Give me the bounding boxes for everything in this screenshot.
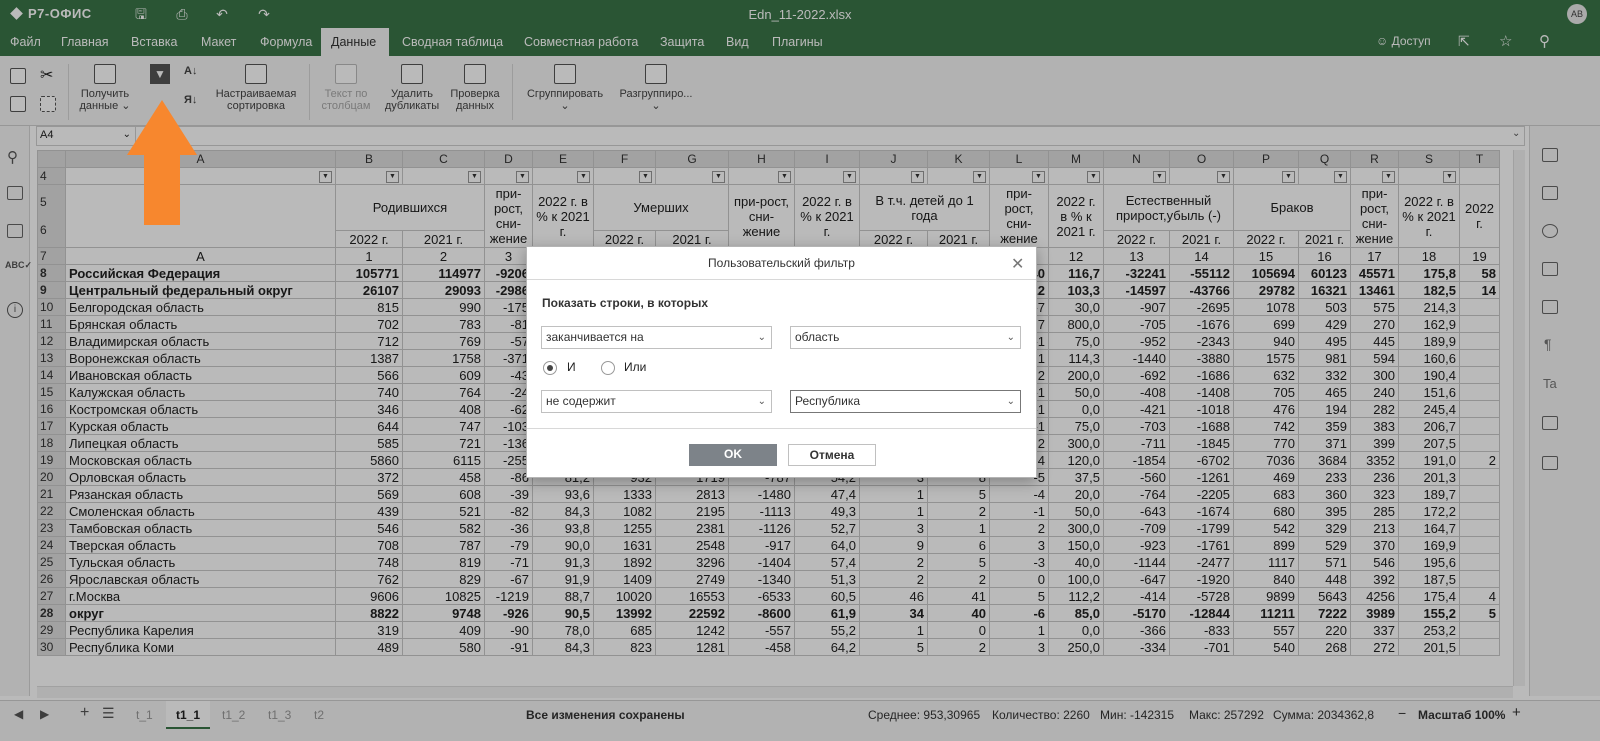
chevron-down-icon: ⌄ bbox=[757, 396, 766, 407]
dialog-title: Пользовательский фильтр bbox=[527, 247, 1036, 280]
chevron-down-icon: ⌄ bbox=[1006, 396, 1015, 407]
cancel-button[interactable]: Отмена bbox=[788, 444, 876, 466]
or-label: Или bbox=[624, 360, 647, 374]
custom-filter-dialog: Пользовательский фильтр ✕ Показать строк… bbox=[526, 246, 1037, 478]
ok-button[interactable]: OK bbox=[689, 444, 777, 466]
chevron-down-icon: ⌄ bbox=[1006, 332, 1015, 343]
dialog-prompt: Показать строки, в которых bbox=[542, 296, 709, 310]
condition1-operator-select[interactable]: заканчивается на ⌄ bbox=[541, 326, 772, 349]
condition1-value-select[interactable]: область ⌄ bbox=[790, 326, 1021, 349]
arrow-shape bbox=[127, 100, 197, 225]
or-radio[interactable] bbox=[601, 361, 615, 375]
and-radio[interactable] bbox=[543, 361, 557, 375]
condition2-operator-select[interactable]: не содержит ⌄ bbox=[541, 390, 772, 413]
and-label: И bbox=[567, 360, 576, 374]
chevron-down-icon: ⌄ bbox=[757, 332, 766, 343]
annotation-arrow bbox=[127, 100, 197, 225]
dialog-divider bbox=[527, 428, 1036, 429]
close-icon[interactable]: ✕ bbox=[1011, 254, 1024, 274]
condition2-value-select[interactable]: Республика ⌄ bbox=[790, 390, 1021, 413]
